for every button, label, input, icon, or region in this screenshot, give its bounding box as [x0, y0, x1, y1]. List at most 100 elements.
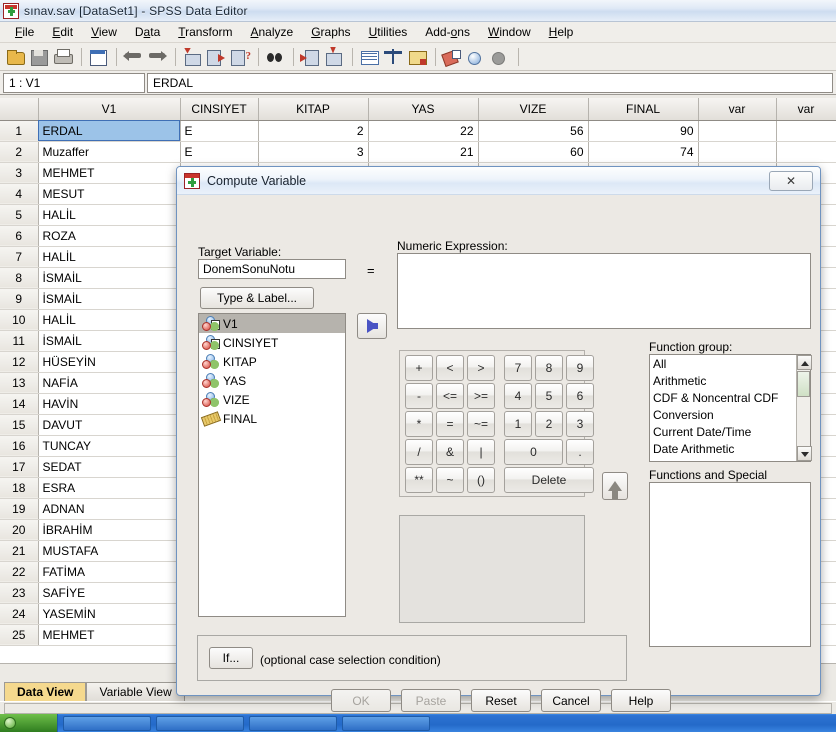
cell-final[interactable]: 74	[588, 141, 699, 163]
keypad-key[interactable]: 3	[566, 411, 594, 437]
row-number[interactable]: 15	[0, 414, 39, 436]
row-number[interactable]: 6	[0, 225, 39, 247]
function-group-item[interactable]: Conversion	[650, 407, 810, 424]
cell-v1[interactable]: HALİL	[38, 246, 181, 268]
row-number[interactable]: 16	[0, 435, 39, 457]
insert-variable-icon[interactable]	[323, 46, 345, 68]
row-number[interactable]: 2	[0, 141, 39, 163]
cell-v1[interactable]: İSMAİL	[38, 330, 181, 352]
taskbar-item[interactable]	[63, 715, 151, 731]
menu-graphs[interactable]: Graphs	[302, 23, 359, 41]
numeric-expression-input[interactable]	[397, 253, 811, 329]
row-number[interactable]: 23	[0, 582, 39, 604]
cell-v1[interactable]: ERDAL	[38, 120, 181, 142]
start-button[interactable]	[0, 714, 58, 732]
cell-var[interactable]	[698, 120, 777, 142]
use-sets-icon[interactable]	[465, 46, 487, 68]
column-header-yas[interactable]: YAS	[368, 98, 479, 121]
menu-data[interactable]: Data	[126, 23, 169, 41]
cell-v1[interactable]: FATİMA	[38, 561, 181, 583]
insert-case-icon[interactable]	[299, 46, 321, 68]
row-number[interactable]: 9	[0, 288, 39, 310]
row-number[interactable]: 5	[0, 204, 39, 226]
cell-v1[interactable]: YASEMİN	[38, 603, 181, 625]
column-header-vize[interactable]: VIZE	[478, 98, 589, 121]
cell-v1[interactable]: MUSTAFA	[38, 540, 181, 562]
menu-add-ons[interactable]: Add-ons	[416, 23, 479, 41]
row-number[interactable]: 13	[0, 372, 39, 394]
row-number[interactable]: 21	[0, 540, 39, 562]
print-icon[interactable]	[52, 46, 74, 68]
keypad-key[interactable]: 0	[504, 439, 563, 465]
target-variable-input[interactable]: DonemSonuNotu	[198, 259, 346, 279]
row-number[interactable]: 17	[0, 456, 39, 478]
cell-kitap[interactable]: 3	[258, 141, 369, 163]
cell-var[interactable]	[776, 120, 836, 142]
keypad-key[interactable]: 7	[504, 355, 532, 381]
taskbar-item[interactable]	[249, 715, 337, 731]
cell-vize[interactable]: 56	[478, 120, 589, 142]
cell-v1[interactable]: MESUT	[38, 183, 181, 205]
grid-corner-cell[interactable]	[0, 98, 39, 121]
taskbar-item[interactable]	[342, 715, 430, 731]
keypad-key[interactable]: |	[467, 439, 495, 465]
menu-view[interactable]: View	[82, 23, 126, 41]
row-number[interactable]: 10	[0, 309, 39, 331]
keypad-key[interactable]: ~	[436, 467, 464, 493]
cell-value-input[interactable]: ERDAL	[147, 72, 833, 93]
cell-v1[interactable]: İSMAİL	[38, 267, 181, 289]
use-sets-alt-icon[interactable]	[489, 46, 511, 68]
function-group-item[interactable]: Arithmetic	[650, 373, 810, 390]
keypad-key[interactable]: 6	[566, 383, 594, 409]
scroll-thumb[interactable]	[797, 371, 810, 397]
insert-function-button[interactable]	[602, 472, 628, 500]
function-group-item[interactable]: Date Arithmetic	[650, 441, 810, 458]
keypad-key[interactable]: 2	[535, 411, 563, 437]
function-group-item[interactable]: Current Date/Time	[650, 424, 810, 441]
variable-list[interactable]: a V1 a CINSIYET KITAP YAS VIZE FINAL	[198, 313, 346, 617]
functions-and-special-variables-list[interactable]	[649, 482, 811, 647]
close-icon[interactable]: ✕	[769, 170, 813, 191]
variables-icon[interactable]	[205, 46, 227, 68]
tab-variable-view[interactable]: Variable View	[86, 682, 185, 701]
goto-case-icon[interactable]	[181, 46, 203, 68]
variable-list-item[interactable]: YAS	[199, 371, 345, 390]
cell-v1[interactable]: ESRA	[38, 477, 181, 499]
variable-list-item[interactable]: a CINSIYET	[199, 333, 345, 352]
function-group-list[interactable]: All Arithmetic CDF & Noncentral CDF Convers…	[649, 354, 811, 462]
keypad-key[interactable]: >=	[467, 383, 495, 409]
value-labels-icon[interactable]	[441, 46, 463, 68]
table-row[interactable]: 1 ERDAL E 2 22 56 90	[0, 120, 836, 142]
cell-vize[interactable]: 60	[478, 141, 589, 163]
cell-v1[interactable]: HAVİN	[38, 393, 181, 415]
cell-cinsiyet[interactable]: E	[180, 120, 259, 142]
column-header-kitap[interactable]: KITAP	[258, 98, 369, 121]
help-button[interactable]: Help	[611, 689, 671, 712]
menu-transform[interactable]: Transform	[169, 23, 241, 41]
column-header-var[interactable]: var	[698, 98, 777, 121]
search-icon[interactable]	[264, 46, 286, 68]
keypad-key[interactable]: +	[405, 355, 433, 381]
function-group-item[interactable]: CDF & Noncentral CDF	[650, 390, 810, 407]
cell-v1[interactable]: İSMAİL	[38, 288, 181, 310]
row-number[interactable]: 18	[0, 477, 39, 499]
keypad-key[interactable]: 8	[535, 355, 563, 381]
menu-help[interactable]: Help	[540, 23, 583, 41]
ok-button[interactable]: OK	[331, 689, 391, 712]
cancel-button[interactable]: Cancel	[541, 689, 601, 712]
row-number[interactable]: 11	[0, 330, 39, 352]
row-number[interactable]: 24	[0, 603, 39, 625]
scroll-down-button[interactable]	[797, 446, 812, 461]
row-number[interactable]: 20	[0, 519, 39, 541]
cell-v1[interactable]: DAVUT	[38, 414, 181, 436]
scroll-up-button[interactable]	[797, 355, 812, 370]
variable-list-item[interactable]: KITAP	[199, 352, 345, 371]
undo-icon[interactable]	[122, 46, 144, 68]
cell-var[interactable]	[776, 141, 836, 163]
column-header-cinsiyet[interactable]: CINSIYET	[180, 98, 259, 121]
function-group-scrollbar[interactable]	[796, 355, 812, 461]
row-number[interactable]: 14	[0, 393, 39, 415]
table-row[interactable]: 2 Muzaffer E 3 21 60 74	[0, 141, 836, 163]
row-number[interactable]: 12	[0, 351, 39, 373]
menu-edit[interactable]: Edit	[43, 23, 82, 41]
